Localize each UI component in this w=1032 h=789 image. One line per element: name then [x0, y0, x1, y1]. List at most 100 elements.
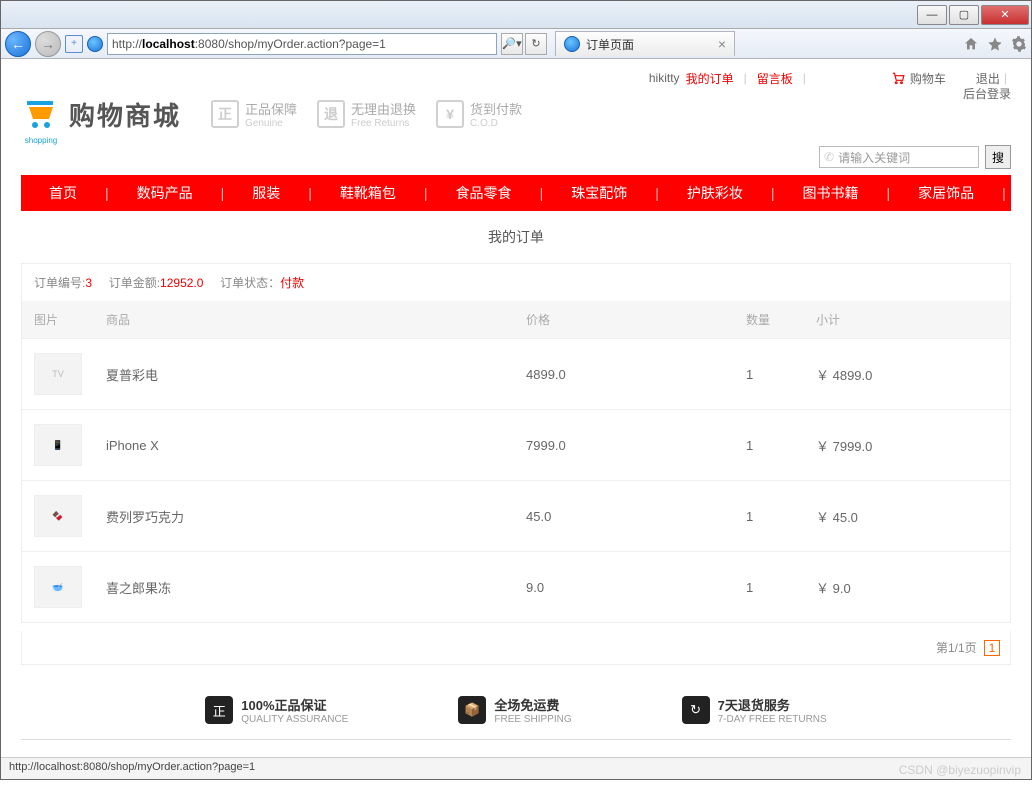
product-price: 4899.0: [514, 339, 734, 410]
separator: |: [1004, 71, 1007, 85]
nav-divider: |: [221, 185, 225, 201]
back-button[interactable]: ←: [5, 31, 31, 57]
badge-cn: 货到付款: [470, 99, 522, 118]
ie-favicon-icon: [87, 36, 103, 52]
nav-item[interactable]: 珠宝配饰: [543, 183, 655, 203]
header-badge: ¥ 货到付款C.O.D: [436, 99, 522, 129]
user-name: hikitty: [649, 71, 680, 85]
footer-badge-icon: 正: [205, 696, 233, 724]
minimize-button[interactable]: —: [917, 5, 947, 25]
order-total-label: 订单金额:: [109, 276, 160, 290]
footer-badge: 正 100%正品保证QUALITY ASSURANCE: [205, 695, 348, 725]
pager: 第1/1页 1: [21, 631, 1011, 665]
product-thumb: TV: [34, 353, 82, 395]
logo-sub: shopping: [21, 136, 61, 145]
close-button[interactable]: ✕: [981, 5, 1029, 25]
address-bar: ← → + http://localhost:8080/shop/myOrder…: [1, 29, 1031, 59]
cart-label: 购物车: [910, 70, 946, 87]
browser-tab[interactable]: 订单页面 ×: [555, 31, 735, 56]
nav-item[interactable]: 服装: [224, 183, 308, 203]
top-info-bar: hikitty 我的订单 | 留言板 | 购物车 退出 |: [21, 65, 1011, 91]
product-subtotal: ￥ 9.0: [804, 552, 1010, 623]
nav-item[interactable]: 鞋靴箱包: [312, 183, 424, 203]
phone-icon: ✆: [824, 150, 834, 164]
separator: |: [803, 71, 806, 85]
watermark: CSDN @biyezuopinvip: [899, 763, 1021, 777]
nav-item[interactable]: 护肤彩妆: [659, 183, 771, 203]
product-qty: 1: [734, 339, 804, 410]
pager-current[interactable]: 1: [984, 640, 1000, 656]
product-thumb: 📱: [34, 424, 82, 466]
nav-divider: |: [1002, 185, 1006, 201]
product-subtotal: ￥ 45.0: [804, 481, 1010, 552]
nav-item[interactable]: 食品零食: [428, 183, 540, 203]
badge-icon: 正: [211, 100, 239, 128]
tab-favicon-icon: [564, 36, 580, 52]
col-subtotal: 小计: [804, 301, 1010, 339]
order-table: 图片 商品 价格 数量 小计 TV 夏普彩电 4899.0 1 ￥ 4899.0…: [22, 301, 1010, 622]
product-name: iPhone X: [94, 410, 514, 481]
search-input[interactable]: ✆ 请输入关键词: [819, 146, 979, 168]
search-row: ✆ 请输入关键词 搜: [21, 145, 1011, 169]
product-qty: 1: [734, 410, 804, 481]
nav-divider: |: [771, 185, 775, 201]
footer-badges: 正 100%正品保证QUALITY ASSURANCE 📦 全场免运费FREE …: [21, 675, 1011, 740]
nav-item[interactable]: 数码产品: [109, 183, 221, 203]
window-titlebar: — ▢ ✕: [1, 1, 1031, 29]
admin-login-link[interactable]: 后台登录: [963, 85, 1011, 102]
home-icon[interactable]: [963, 36, 979, 52]
url-input[interactable]: http://localhost:8080/shop/myOrder.actio…: [107, 33, 497, 55]
order-summary: 订单编号:3 订单金额:12952.0 订单状态：付款: [22, 264, 1010, 301]
nav-item[interactable]: 家居饰品: [890, 183, 1002, 203]
product-qty: 1: [734, 552, 804, 623]
table-header-row: 图片 商品 价格 数量 小计: [22, 301, 1010, 339]
footer-badge: ↻ 7天退货服务7-DAY FREE RETURNS: [682, 695, 827, 725]
search-placeholder: 请输入关键词: [838, 149, 910, 166]
nav-divider: |: [540, 185, 544, 201]
order-total: 12952.0: [160, 276, 203, 290]
col-image: 图片: [22, 301, 94, 339]
tab-title: 订单页面: [586, 36, 634, 53]
badge-en: Free Returns: [351, 118, 416, 129]
footer-badge-cn: 全场免运费: [494, 695, 571, 714]
product-subtotal: ￥ 7999.0: [804, 410, 1010, 481]
url-prefix: http://: [112, 37, 142, 51]
cart-link[interactable]: 购物车: [890, 70, 946, 87]
order-block: 订单编号:3 订单金额:12952.0 订单状态：付款 图片 商品 价格 数量 …: [21, 263, 1011, 623]
msg-board-link[interactable]: 留言板: [757, 70, 793, 87]
logo-title: 购物商城: [69, 96, 181, 133]
header-badge: 正 正品保障Genuine: [211, 99, 297, 129]
maximize-button[interactable]: ▢: [949, 5, 979, 25]
product-price: 9.0: [514, 552, 734, 623]
badge-icon: ¥: [436, 100, 464, 128]
footer-badge: 📦 全场免运费FREE SHIPPING: [458, 695, 571, 725]
search-button[interactable]: 搜: [985, 145, 1011, 169]
security-shield-icon[interactable]: +: [65, 35, 83, 53]
page-title: 我的订单: [21, 211, 1011, 263]
refresh-button[interactable]: ↻: [525, 33, 547, 55]
forward-button[interactable]: →: [35, 31, 61, 57]
nav-item[interactable]: 首页: [21, 183, 105, 203]
product-price: 7999.0: [514, 410, 734, 481]
badge-en: Genuine: [245, 118, 297, 129]
col-name: 商品: [94, 301, 514, 339]
favorites-icon[interactable]: [987, 36, 1003, 52]
tools-icon[interactable]: [1011, 36, 1027, 52]
badge-cn: 无理由退换: [351, 99, 416, 118]
nav-divider: |: [655, 185, 659, 201]
site-logo[interactable]: shopping 购物商城: [21, 95, 181, 133]
col-qty: 数量: [734, 301, 804, 339]
footer-badge-cn: 100%正品保证: [241, 695, 348, 714]
footer-badge-cn: 7天退货服务: [718, 695, 827, 714]
footer-badge-en: FREE SHIPPING: [494, 714, 571, 725]
separator: |: [744, 71, 747, 85]
tab-close-icon[interactable]: ×: [718, 36, 726, 52]
search-dropdown-icon[interactable]: 🔎▾: [501, 33, 523, 55]
logout-link[interactable]: 退出: [976, 70, 1000, 87]
product-name: 喜之郎果冻: [94, 552, 514, 623]
badge-en: C.O.D: [470, 118, 522, 129]
logo-cart-icon: shopping: [21, 95, 61, 133]
nav-item[interactable]: 图书书籍: [774, 183, 886, 203]
cart-icon: [890, 71, 906, 85]
my-orders-link[interactable]: 我的订单: [686, 70, 734, 87]
